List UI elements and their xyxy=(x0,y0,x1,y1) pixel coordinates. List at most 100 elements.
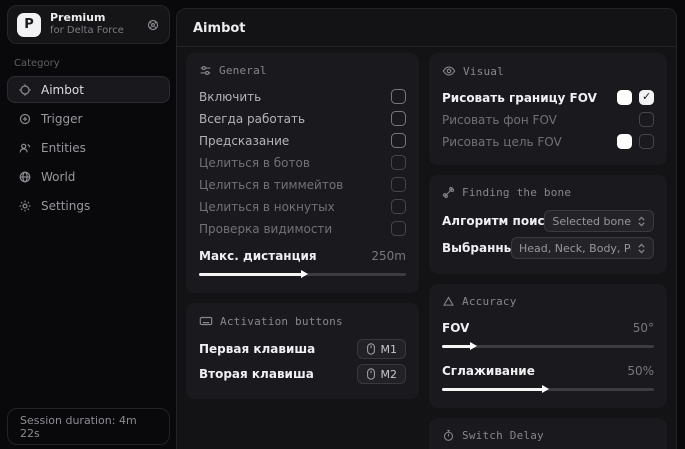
max-distance-slider[interactable] xyxy=(199,268,406,280)
setting-row: Рисовать границу FOV xyxy=(442,87,654,108)
activation-buttons-card: Activation buttons Первая клавиша M1 Вто… xyxy=(186,303,419,399)
keybind-row: Первая клавиша M1 xyxy=(199,337,406,361)
sidebar-item-label: Aimbot xyxy=(41,83,84,97)
checkbox[interactable] xyxy=(639,134,654,149)
checkbox[interactable] xyxy=(639,112,654,127)
keybind-button-m1[interactable]: M1 xyxy=(357,339,407,359)
fov-slider[interactable] xyxy=(442,340,654,352)
chevron-up-down-icon xyxy=(637,243,646,254)
switch-delay-card: Switch Delay Задержка переключения Задер… xyxy=(429,418,667,449)
smoothing-slider[interactable] xyxy=(442,383,654,395)
setting-row: Рисовать цель FOV xyxy=(442,131,654,152)
card-title: Switch Delay xyxy=(462,429,544,442)
sidebar: P Premium for Delta Force Category Aimbo… xyxy=(7,5,170,445)
setting-row: Целиться в ботов xyxy=(199,152,406,173)
setting-label: Рисовать границу FOV xyxy=(442,91,597,105)
checkbox[interactable] xyxy=(391,155,406,170)
bone-icon xyxy=(442,186,455,199)
category-label: Category xyxy=(14,58,163,69)
dropdown-row: Выбранные кости Head, Neck, Body, Pe... xyxy=(442,235,654,261)
accuracy-icon xyxy=(442,295,455,308)
max-distance-slider-row: Макс. дистанция 250m xyxy=(199,245,406,280)
card-title: General xyxy=(219,64,267,77)
setting-label: Целиться в ботов xyxy=(199,156,310,170)
setting-label: Всегда работать xyxy=(199,112,305,126)
color-swatch[interactable] xyxy=(617,134,632,149)
color-swatch[interactable] xyxy=(617,90,632,105)
card-title: Visual xyxy=(463,65,504,78)
dropdown-value: Selected bone xyxy=(552,215,631,228)
eye-icon xyxy=(442,64,456,78)
setting-row: Предсказание xyxy=(199,130,406,151)
app-header: P Premium for Delta Force xyxy=(7,5,170,44)
setting-label: Целиться в тиммейтов xyxy=(199,178,343,192)
dropdown-label: Алгоритм поиска кости xyxy=(442,214,544,228)
sidebar-item-label: Entities xyxy=(41,141,86,155)
accuracy-card: Accuracy FOV 50° Сглаживание xyxy=(429,284,667,408)
checkbox[interactable] xyxy=(391,221,406,236)
selected-bones-select[interactable]: Head, Neck, Body, Pe... xyxy=(511,237,654,259)
keybind-button-m2[interactable]: M2 xyxy=(357,364,407,384)
session-duration-text: Session duration: 4m 22s xyxy=(20,414,157,440)
dropdown-value: Head, Neck, Body, Pe... xyxy=(519,242,631,255)
globe-icon xyxy=(18,170,32,184)
dropdown-row: Алгоритм поиска кости Selected bone xyxy=(442,208,654,234)
slider-thumb[interactable] xyxy=(470,342,477,350)
mouse-icon xyxy=(366,368,376,380)
crosshair-icon xyxy=(18,83,32,97)
session-duration-box: Session duration: 4m 22s xyxy=(7,408,170,445)
finding-bone-card: Finding the bone Алгоритм поиска кости S… xyxy=(429,175,667,274)
entities-icon xyxy=(18,141,32,155)
slider-value: 50° xyxy=(633,321,654,335)
slider-label: Макс. дистанция xyxy=(199,249,317,263)
general-card: General Включить Всегда работать Предска… xyxy=(186,53,419,293)
checkbox[interactable] xyxy=(391,111,406,126)
setting-label: Включить xyxy=(199,90,261,104)
checkbox[interactable] xyxy=(639,90,654,105)
app-subtitle: for Delta Force xyxy=(50,25,124,38)
sidebar-item-trigger[interactable]: Trigger xyxy=(7,105,170,132)
setting-row: Проверка видимости xyxy=(199,218,406,239)
sidebar-item-entities[interactable]: Entities xyxy=(7,134,170,161)
setting-label: Рисовать фон FOV xyxy=(442,113,557,127)
slider-thumb[interactable] xyxy=(301,270,308,278)
fov-slider-row: FOV 50° xyxy=(442,317,654,352)
card-title: Finding the bone xyxy=(462,186,571,199)
dropdown-label: Выбранные кости xyxy=(442,241,511,255)
slider-label: FOV xyxy=(442,321,469,335)
sidebar-item-aimbot[interactable]: Aimbot xyxy=(7,76,170,103)
sidebar-item-settings[interactable]: Settings xyxy=(7,192,170,219)
app-title: Premium xyxy=(50,11,124,25)
sidebar-item-world[interactable]: World xyxy=(7,163,170,190)
keyboard-icon xyxy=(199,314,213,328)
setting-label: Рисовать цель FOV xyxy=(442,135,562,149)
chevron-up-down-icon xyxy=(637,216,646,227)
slider-value: 50% xyxy=(627,364,654,378)
slider-value: 250m xyxy=(371,249,406,263)
checkbox[interactable] xyxy=(391,133,406,148)
setting-label: Проверка видимости xyxy=(199,222,332,236)
card-title: Activation buttons xyxy=(220,315,343,328)
checkbox[interactable] xyxy=(391,89,406,104)
setting-row: Целиться в нокнутых xyxy=(199,196,406,217)
sidebar-item-label: Settings xyxy=(41,199,90,213)
bone-algorithm-select[interactable]: Selected bone xyxy=(544,210,654,232)
keybind-label: Первая клавиша xyxy=(199,342,315,356)
sidebar-item-label: Trigger xyxy=(41,112,82,126)
main-header: Aimbot xyxy=(177,9,676,47)
trigger-icon xyxy=(18,112,32,126)
slider-label: Сглаживание xyxy=(442,364,535,378)
setting-label: Предсказание xyxy=(199,134,289,148)
sliders-icon xyxy=(199,64,212,77)
mouse-icon xyxy=(366,343,376,355)
checkbox[interactable] xyxy=(391,177,406,192)
checkbox[interactable] xyxy=(391,199,406,214)
slider-thumb[interactable] xyxy=(542,385,549,393)
sidebar-item-label: World xyxy=(41,170,75,184)
app-logo: P xyxy=(17,13,41,37)
keybind-label: Вторая клавиша xyxy=(199,367,314,381)
keybind-value: M1 xyxy=(381,343,398,356)
timer-icon xyxy=(442,429,455,442)
target-icon[interactable] xyxy=(146,18,160,32)
page-title: Aimbot xyxy=(193,21,660,36)
